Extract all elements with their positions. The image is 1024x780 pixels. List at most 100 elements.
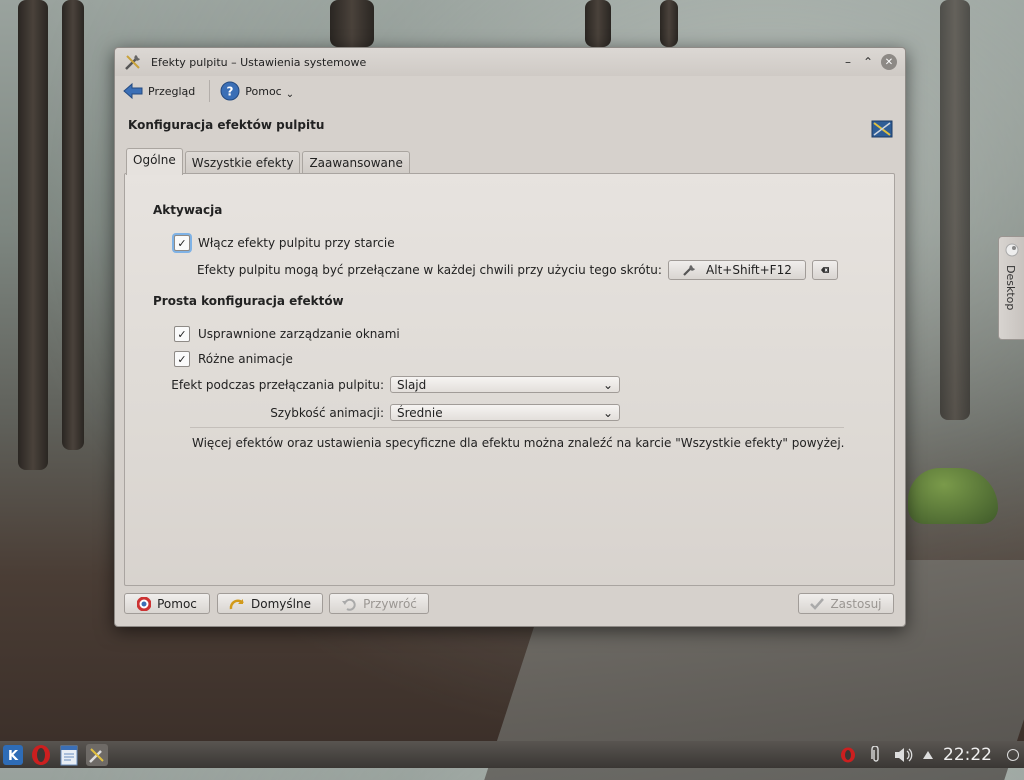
animations-label: Różne animacje <box>198 352 293 366</box>
title-bar[interactable]: Efekty pulpitu – Ustawienia systemowe – … <box>115 48 905 76</box>
shortcut-row: Efekty pulpitu mogą być przełączane w ka… <box>197 260 838 280</box>
info-row: Więcej efektów oraz ustawienia specyficz… <box>192 436 844 450</box>
tray-expand-arrow[interactable] <box>921 744 935 766</box>
help-icon: ? <box>220 81 240 101</box>
window-management-row[interactable]: ✓ Usprawnione zarządzanie oknami <box>174 326 400 342</box>
speaker-icon <box>895 747 913 762</box>
defaults-icon <box>229 598 244 609</box>
panel-toolbox[interactable] <box>1006 744 1020 766</box>
animation-speed-label: Szybkość animacji: <box>270 405 384 420</box>
mossy-rock <box>908 468 998 524</box>
toolbar: Przegląd ? Pomoc ⌄ <box>115 76 905 106</box>
defaults-button-label: Domyślne <box>251 596 311 611</box>
paperclip-icon <box>871 745 879 762</box>
opera-icon <box>841 747 855 762</box>
settings-window: Efekty pulpitu – Ustawienia systemowe – … <box>114 47 906 627</box>
shortcut-description: Efekty pulpitu mogą być przełączane w ka… <box>197 263 662 277</box>
svg-text:K: K <box>8 749 19 764</box>
tab-all-effects[interactable]: Wszystkie efekty <box>184 151 301 175</box>
animation-speed-value: Średnie <box>397 405 443 420</box>
notepad-icon <box>60 745 78 765</box>
overview-button[interactable]: Przegląd <box>123 82 195 100</box>
enable-effects-checkbox[interactable]: ✓ <box>174 235 190 251</box>
shortcut-button[interactable]: Alt+Shift+F12 <box>667 260 806 280</box>
kde-menu-button[interactable]: K <box>2 744 24 766</box>
maximize-button[interactable]: ⌃ <box>861 55 875 69</box>
help-menu-label: Pomoc <box>245 84 282 98</box>
reset-button-label: Przywróć <box>363 596 417 611</box>
reset-button[interactable]: Przywróć <box>329 593 429 614</box>
chevron-down-icon: ⌄ <box>285 88 295 100</box>
files-launcher[interactable] <box>58 744 80 766</box>
kde-logo-icon: K <box>3 744 23 765</box>
chevron-down-icon: ⌄ <box>602 405 613 420</box>
enable-effects-label: Włącz efekty pulpitu przy starcie <box>198 236 395 250</box>
animations-checkbox[interactable]: ✓ <box>174 351 190 367</box>
lifebuoy-icon <box>137 596 152 611</box>
tree-trunk <box>660 0 678 47</box>
plasma-cashew-icon <box>1007 748 1019 761</box>
switch-effect-label: Efekt podczas przełączania pulpitu: <box>171 377 384 392</box>
desktop-toolbox[interactable]: Desktop <box>998 236 1024 340</box>
switch-effect-select[interactable]: Slajd ⌄ <box>390 376 620 393</box>
tools-icon <box>125 55 140 70</box>
apply-button-label: Zastosuj <box>830 596 882 611</box>
help-button[interactable]: Pomoc <box>124 593 210 614</box>
tab-general[interactable]: Ogólne <box>126 148 183 175</box>
animation-speed-select[interactable]: Średnie ⌄ <box>390 404 620 421</box>
tree-trunk <box>585 0 611 47</box>
tree-trunk <box>330 0 374 47</box>
info-text: Więcej efektów oraz ustawienia specyficz… <box>192 436 845 450</box>
tree-trunk <box>18 0 48 470</box>
dialog-button-bar: Pomoc Domyślne Przywróć Zastosuj <box>124 593 895 617</box>
clear-shortcut-button[interactable] <box>811 260 838 280</box>
desktop-effects-icon <box>871 120 893 138</box>
back-arrow-icon <box>123 82 143 100</box>
minimize-button[interactable]: – <box>841 55 855 69</box>
opera-icon <box>32 744 50 765</box>
shortcut-value: Alt+Shift+F12 <box>706 263 792 277</box>
section-activation-title: Aktywacja <box>153 203 223 217</box>
animations-row[interactable]: ✓ Różne animacje <box>174 351 293 367</box>
svg-text:?: ? <box>227 85 234 99</box>
page-title: Konfiguracja efektów pulpitu <box>128 118 325 132</box>
toolbar-separator <box>209 80 211 102</box>
separator <box>190 427 844 428</box>
plasma-cashew-icon <box>1005 243 1019 257</box>
close-button[interactable]: ✕ <box>881 54 897 70</box>
tab-bar: Ogólne Wszystkie efekty Zaawansowane <box>126 148 412 175</box>
desktop-label: Desktop <box>1004 265 1017 311</box>
section-simple-config-title: Prosta konfiguracja efektów <box>153 294 344 308</box>
animation-speed-row: Szybkość animacji: Średnie ⌄ <box>171 404 620 421</box>
switch-effect-row: Efekt podczas przełączania pulpitu: Slaj… <box>171 376 620 393</box>
opera-tray-icon[interactable] <box>837 744 859 766</box>
taskbar: K 22:22 <box>0 741 1024 768</box>
klipper-tray-icon[interactable] <box>865 744 887 766</box>
enable-effects-row[interactable]: ✓ Włącz efekty pulpitu przy starcie <box>174 235 395 251</box>
window-management-checkbox[interactable]: ✓ <box>174 326 190 342</box>
help-button-label: Pomoc <box>157 596 197 611</box>
help-menu-button[interactable]: ? Pomoc ⌄ <box>220 81 294 101</box>
tree-trunk <box>940 0 970 420</box>
undo-icon <box>342 598 356 611</box>
window-title: Efekty pulpitu – Ustawienia systemowe <box>151 55 367 69</box>
tree-trunk <box>62 0 84 450</box>
window-management-label: Usprawnione zarządzanie oknami <box>198 327 400 341</box>
task-system-settings[interactable] <box>86 743 108 766</box>
tab-advanced[interactable]: Zaawansowane <box>302 151 410 175</box>
system-tray: 22:22 <box>831 741 1024 768</box>
backspace-clear-icon <box>820 267 829 273</box>
overview-label: Przegląd <box>148 84 196 98</box>
apply-button[interactable]: Zastosuj <box>798 593 894 614</box>
defaults-button[interactable]: Domyślne <box>217 593 323 614</box>
chevron-down-icon: ⌄ <box>602 377 613 392</box>
switch-effect-value: Slajd <box>397 377 427 392</box>
check-icon <box>810 597 825 610</box>
tools-icon <box>89 747 104 763</box>
triangle-up-icon <box>923 750 933 759</box>
volume-tray-icon[interactable] <box>893 744 915 766</box>
clock[interactable]: 22:22 <box>943 745 992 765</box>
wrench-icon <box>683 265 696 276</box>
opera-launcher[interactable] <box>30 744 52 766</box>
tab-panel-general: Aktywacja ✓ Włącz efekty pulpitu przy st… <box>124 173 895 586</box>
